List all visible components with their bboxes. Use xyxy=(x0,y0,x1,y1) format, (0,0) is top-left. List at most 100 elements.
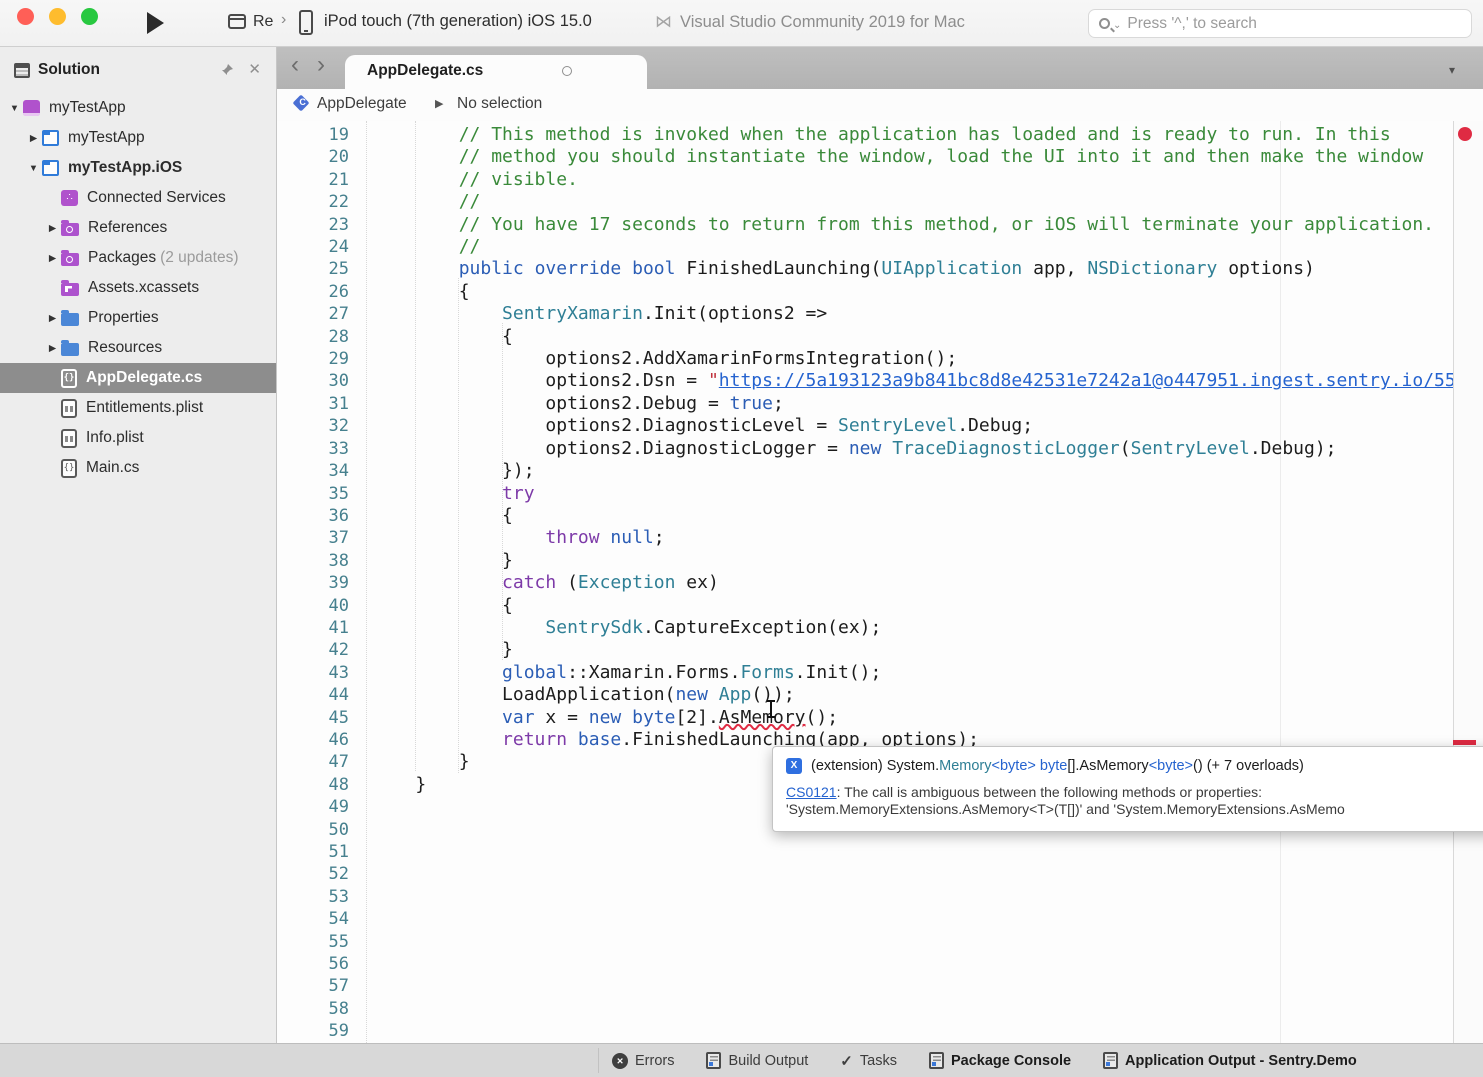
pad-button-package-console[interactable]: Package Console xyxy=(929,1052,1071,1069)
tree-collapsed-icon[interactable]: ▶ xyxy=(44,343,61,354)
tree-collapsed-icon[interactable]: ▶ xyxy=(44,253,61,264)
close-window-button[interactable] xyxy=(17,8,34,25)
sidebar-item-properties[interactable]: ▶Properties xyxy=(0,303,276,333)
code-line-36[interactable]: 36 { xyxy=(277,505,1453,527)
line-number[interactable]: 45 xyxy=(277,707,349,729)
code-line-28[interactable]: 28 { xyxy=(277,326,1453,348)
line-number[interactable]: 56 xyxy=(277,953,349,975)
line-number[interactable]: 58 xyxy=(277,998,349,1020)
line-number[interactable]: 44 xyxy=(277,684,349,706)
tab-list-dropdown-icon[interactable]: ▾ xyxy=(1449,63,1455,77)
sidebar-item-info-plist[interactable]: Info.plist xyxy=(0,423,276,453)
tree-collapsed-icon[interactable]: ▶ xyxy=(44,223,61,234)
code-line-58[interactable]: 58 xyxy=(277,998,1453,1020)
pin-icon[interactable] xyxy=(221,63,234,81)
line-number[interactable]: 52 xyxy=(277,863,349,885)
code-line-32[interactable]: 32 options2.DiagnosticLevel = SentryLeve… xyxy=(277,415,1453,437)
code-editor[interactable]: 19 // This method is invoked when the ap… xyxy=(277,121,1483,1043)
line-number[interactable]: 30 xyxy=(277,370,349,392)
tab-appdelegate[interactable]: AppDelegate.cs xyxy=(345,55,647,89)
line-number[interactable]: 41 xyxy=(277,617,349,639)
sidebar-item-assets-xcassets[interactable]: Assets.xcassets xyxy=(0,273,276,303)
line-number[interactable]: 57 xyxy=(277,975,349,997)
pad-button-tasks[interactable]: ✓Tasks xyxy=(840,1052,897,1070)
line-number[interactable]: 53 xyxy=(277,886,349,908)
code-line-33[interactable]: 33 options2.DiagnosticLogger = new Trace… xyxy=(277,438,1453,460)
tab-modified-icon[interactable] xyxy=(562,66,572,76)
code-line-52[interactable]: 52 xyxy=(277,863,1453,885)
zoom-window-button[interactable] xyxy=(81,8,98,25)
line-number[interactable]: 23 xyxy=(277,214,349,236)
line-number[interactable]: 28 xyxy=(277,326,349,348)
close-icon[interactable]: ✕ xyxy=(248,60,261,78)
line-number[interactable]: 32 xyxy=(277,415,349,437)
code-line-38[interactable]: 38 } xyxy=(277,550,1453,572)
line-number[interactable]: 31 xyxy=(277,393,349,415)
code-line-24[interactable]: 24 // xyxy=(277,236,1453,258)
code-line-44[interactable]: 44 LoadApplication(new App()); xyxy=(277,684,1453,706)
line-number[interactable]: 47 xyxy=(277,751,349,773)
sidebar-item-appdelegate-cs[interactable]: {}AppDelegate.cs xyxy=(0,363,276,393)
code-line-55[interactable]: 55 xyxy=(277,931,1453,953)
code-line-19[interactable]: 19 // This method is invoked when the ap… xyxy=(277,124,1453,146)
error-indicator-icon[interactable] xyxy=(1458,127,1472,141)
code-line-31[interactable]: 31 options2.Debug = true; xyxy=(277,393,1453,415)
pad-button-errors[interactable]: ✕Errors xyxy=(612,1053,674,1069)
pad-button-application-output-sentry-demo[interactable]: Application Output - Sentry.Demo xyxy=(1103,1052,1357,1069)
line-number[interactable]: 48 xyxy=(277,774,349,796)
code-line-37[interactable]: 37 throw null; xyxy=(277,527,1453,549)
tree-expanded-icon[interactable]: ▼ xyxy=(25,163,42,174)
sidebar-item-entitlements-plist[interactable]: Entitlements.plist xyxy=(0,393,276,423)
line-number[interactable]: 29 xyxy=(277,348,349,370)
code-line-27[interactable]: 27 SentryXamarin.Init(options2 => xyxy=(277,303,1453,325)
sidebar-item-references[interactable]: ▶References xyxy=(0,213,276,243)
code-line-21[interactable]: 21 // visible. xyxy=(277,169,1453,191)
sidebar-item-mytestapp[interactable]: ▶myTestApp xyxy=(0,123,276,153)
code-line-56[interactable]: 56 xyxy=(277,953,1453,975)
run-icon[interactable] xyxy=(147,12,164,34)
error-code-link[interactable]: CS0121 xyxy=(786,784,837,800)
line-number[interactable]: 33 xyxy=(277,438,349,460)
navigate-back-button[interactable]: ‹ xyxy=(283,51,307,79)
line-number[interactable]: 39 xyxy=(277,572,349,594)
tree-collapsed-icon[interactable]: ▶ xyxy=(25,133,42,144)
device-selector[interactable]: iPod touch (7th generation) iOS 15.0 xyxy=(324,12,592,31)
line-number[interactable]: 46 xyxy=(277,729,349,751)
tree-collapsed-icon[interactable]: ▶ xyxy=(44,313,61,324)
code-line-26[interactable]: 26 { xyxy=(277,281,1453,303)
line-number[interactable]: 27 xyxy=(277,303,349,325)
code-line-53[interactable]: 53 xyxy=(277,886,1453,908)
sidebar-item-main-cs[interactable]: {}Main.cs xyxy=(0,453,276,483)
line-number[interactable]: 42 xyxy=(277,639,349,661)
code-line-29[interactable]: 29 options2.AddXamarinFormsIntegration()… xyxy=(277,348,1453,370)
code-line-40[interactable]: 40 { xyxy=(277,595,1453,617)
code-line-34[interactable]: 34 }); xyxy=(277,460,1453,482)
code-line-43[interactable]: 43 global::Xamarin.Forms.Forms.Init(); xyxy=(277,662,1453,684)
code-line-39[interactable]: 39 catch (Exception ex) xyxy=(277,572,1453,594)
pad-button-build-output[interactable]: Build Output xyxy=(706,1052,808,1069)
sidebar-item-mytestapp-ios[interactable]: ▼myTestApp.iOS xyxy=(0,153,276,183)
minimize-window-button[interactable] xyxy=(49,8,66,25)
line-number[interactable]: 37 xyxy=(277,527,349,549)
line-number[interactable]: 38 xyxy=(277,550,349,572)
line-number[interactable]: 24 xyxy=(277,236,349,258)
line-number[interactable]: 54 xyxy=(277,908,349,930)
line-number[interactable]: 36 xyxy=(277,505,349,527)
line-number[interactable]: 49 xyxy=(277,796,349,818)
sidebar-item-mytestapp[interactable]: ▼myTestApp xyxy=(0,93,276,123)
breadcrumb-class[interactable]: AppDelegate xyxy=(317,95,407,113)
line-number[interactable]: 50 xyxy=(277,819,349,841)
code-line-42[interactable]: 42 } xyxy=(277,639,1453,661)
code-line-35[interactable]: 35 try xyxy=(277,483,1453,505)
code-line-41[interactable]: 41 SentrySdk.CaptureException(ex); xyxy=(277,617,1453,639)
line-number[interactable]: 40 xyxy=(277,595,349,617)
line-number[interactable]: 51 xyxy=(277,841,349,863)
sidebar-item-resources[interactable]: ▶Resources xyxy=(0,333,276,363)
code-line-30[interactable]: 30 options2.Dsn = "https://5a193123a9b84… xyxy=(277,370,1453,392)
run-configuration-selector[interactable]: Re xyxy=(253,13,273,31)
line-number[interactable]: 43 xyxy=(277,662,349,684)
search-input[interactable] xyxy=(1127,15,1427,33)
line-number[interactable]: 55 xyxy=(277,931,349,953)
line-number[interactable]: 25 xyxy=(277,258,349,280)
code-line-59[interactable]: 59 xyxy=(277,1020,1453,1042)
